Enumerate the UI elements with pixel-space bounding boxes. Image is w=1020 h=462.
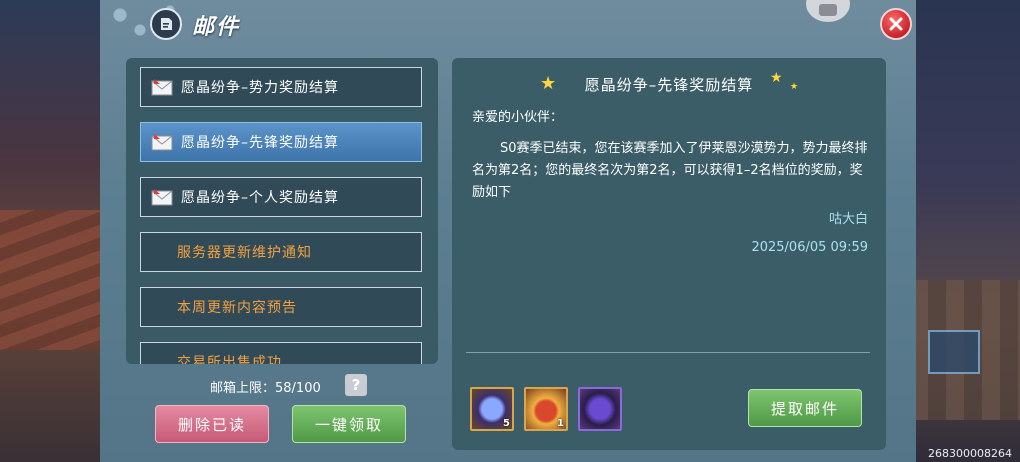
mailbox-capacity: 邮箱上限：58/100 <box>210 381 321 396</box>
mail-date: 2025/06/05 09:59 <box>751 240 868 255</box>
mail-item-label: 服务器更新维护通知 <box>177 245 312 261</box>
mail-window: 邮件 愿晶纷争–势力奖励结算 愿晶纷争–先锋奖励结算 愿晶纷争–个人奖励结算 服… <box>100 0 916 462</box>
delete-read-button[interactable]: 删除已读 <box>155 405 269 443</box>
sign-decoration <box>928 330 980 374</box>
mail-item-faction-reward[interactable]: 愿晶纷争–势力奖励结算 <box>140 67 422 107</box>
divider <box>466 352 870 353</box>
mail-item-trade-sold[interactable]: 交易所出售成功 <box>140 342 422 364</box>
help-icon[interactable]: ? <box>345 374 367 396</box>
collect-mail-button[interactable]: 提取邮件 <box>748 389 862 427</box>
reward-item-blue-crystal[interactable]: 5 <box>470 387 514 431</box>
close-icon <box>889 17 903 31</box>
mail-greeting: 亲爱的小伙伴： <box>472 110 564 125</box>
reward-count: 5 <box>503 418 510 429</box>
mail-detail-title: 愿晶纷争–先锋奖励结算 <box>584 76 754 94</box>
reward-count: 1 <box>557 418 564 429</box>
camera-button[interactable] <box>806 0 850 22</box>
claim-all-button[interactable]: 一键领取 <box>292 405 406 443</box>
mail-item-label: 交易所出售成功 <box>177 355 282 364</box>
mail-item-personal-reward[interactable]: 愿晶纷争–个人奖励结算 <box>140 177 422 217</box>
camera-icon <box>819 4 837 16</box>
reward-item-purple-emblem[interactable] <box>578 387 622 431</box>
mail-item-vanguard-reward[interactable]: 愿晶纷争–先锋奖励结算 <box>140 122 422 162</box>
mail-header-icon <box>150 8 182 40</box>
mail-item-server-maintenance[interactable]: 服务器更新维护通知 <box>140 232 422 272</box>
envelope-icon <box>151 78 173 96</box>
player-uid: 268300008264 <box>928 447 1012 460</box>
mail-item-label: 愿晶纷争–势力奖励结算 <box>181 80 339 96</box>
mail-detail: ★ ★ ★ 愿晶纷争–先锋奖励结算 亲爱的小伙伴： S0赛季已结束，您在该赛季加… <box>452 58 886 450</box>
reward-item-red-bell[interactable]: 1 <box>524 387 568 431</box>
envelope-icon <box>151 188 173 206</box>
mail-item-label: 本周更新内容预告 <box>177 300 297 316</box>
background-left <box>0 0 100 462</box>
roof-decoration <box>0 210 100 350</box>
mail-body: S0赛季已结束，您在该赛季加入了伊莱恩沙漠势力，势力最终排名为第2名；您的最终名… <box>472 141 868 200</box>
mail-item-label: 愿晶纷争–个人奖励结算 <box>181 190 339 206</box>
mail-list[interactable]: 愿晶纷争–势力奖励结算 愿晶纷争–先锋奖励结算 愿晶纷争–个人奖励结算 服务器更… <box>126 58 438 364</box>
mail-sender: 咕大白 <box>828 212 868 227</box>
mail-item-label: 愿晶纷争–先锋奖励结算 <box>181 135 339 151</box>
close-button[interactable] <box>880 8 912 40</box>
mail-item-weekly-preview[interactable]: 本周更新内容预告 <box>140 287 422 327</box>
page-title: 邮件 <box>192 15 241 40</box>
envelope-icon <box>151 133 173 151</box>
